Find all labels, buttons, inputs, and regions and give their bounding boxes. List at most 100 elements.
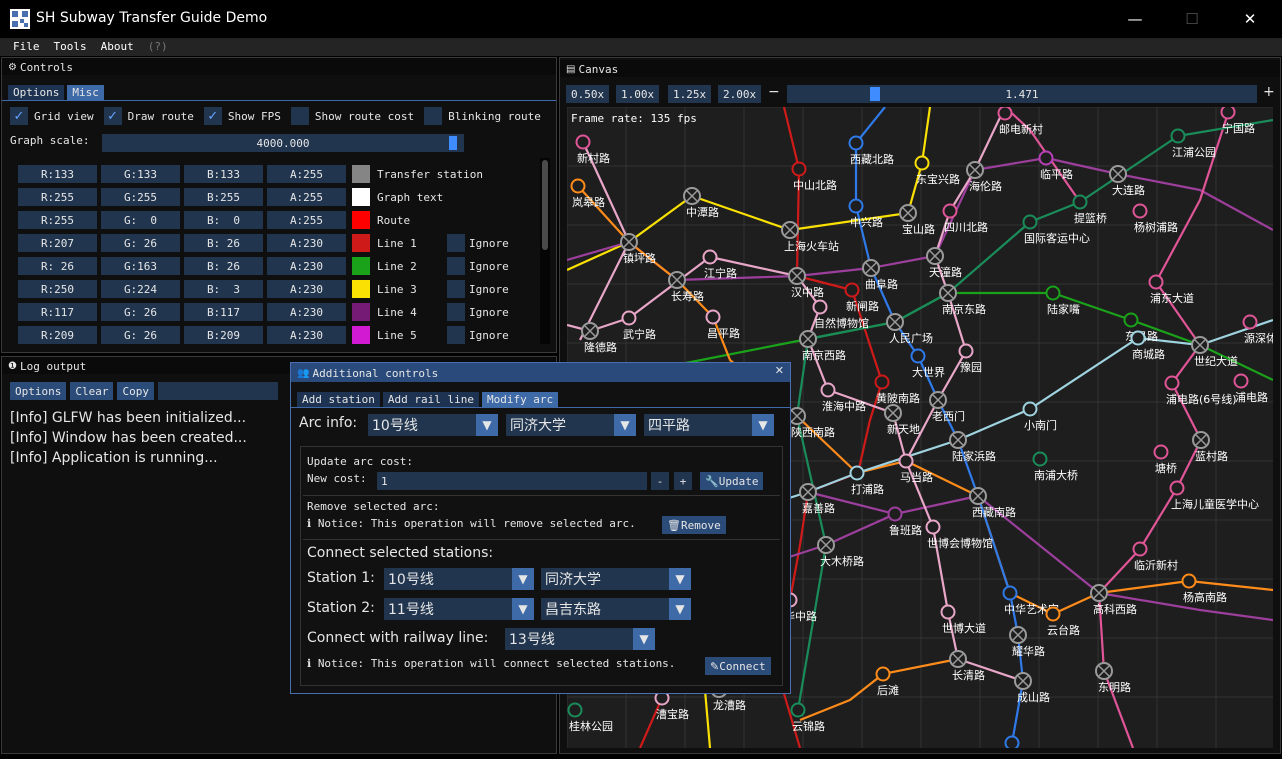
station2-line-select[interactable]: 11号线 ▼ <box>384 598 534 620</box>
map-station[interactable]: 小南门 <box>1022 401 1058 433</box>
station2-name-select[interactable]: 昌吉东路 ▼ <box>541 598 691 620</box>
map-station[interactable]: 昌平路 <box>705 309 741 341</box>
color-channel-a-input[interactable]: A:255 <box>267 211 346 229</box>
color-channel-r-input[interactable]: R:209 <box>18 326 97 344</box>
color-channel-r-input[interactable]: R:133 <box>18 165 97 183</box>
show-route-cost-checkbox[interactable] <box>290 107 309 125</box>
color-channel-b-input[interactable]: B: 0 <box>184 211 263 229</box>
log-copy-button[interactable]: Copy <box>117 382 154 400</box>
color-channel-b-input[interactable]: B: 26 <box>184 234 263 252</box>
arc-from-select[interactable]: 同济大学 ▼ <box>506 414 636 436</box>
color-channel-a-input[interactable]: A:230 <box>267 280 346 298</box>
map-station[interactable]: 天潼路 <box>926 247 962 279</box>
map-station[interactable]: 南浦大桥 <box>1032 451 1079 483</box>
color-swatch[interactable] <box>352 280 370 298</box>
map-station[interactable]: 新天地 <box>884 404 920 436</box>
menu-file[interactable]: File <box>6 38 47 56</box>
update-button[interactable]: 🔧 Update <box>700 472 764 490</box>
draw-route-checkbox[interactable]: ✓ <box>103 107 122 125</box>
color-channel-b-input[interactable]: B:209 <box>184 326 263 344</box>
map-station[interactable]: 浦东大道 <box>1148 274 1195 306</box>
close-window-button[interactable]: ✕ <box>1235 8 1265 30</box>
color-swatch[interactable] <box>352 234 370 252</box>
dialog-close-button[interactable]: ✕ <box>775 364 784 377</box>
zoom-in-button[interactable]: + <box>1263 84 1275 100</box>
color-channel-a-input[interactable]: A:230 <box>267 326 346 344</box>
zoom-200-button[interactable]: 2.00x <box>718 85 762 103</box>
new-cost-input[interactable]: 1 <box>377 472 647 490</box>
map-station[interactable]: 中兴路 <box>848 198 884 230</box>
show-fps-checkbox[interactable]: ✓ <box>203 107 222 125</box>
zoom-125-button[interactable]: 1.25x <box>668 85 712 103</box>
map-station[interactable]: 杨思 <box>1004 735 1029 749</box>
color-swatch[interactable] <box>352 326 370 344</box>
map-station[interactable]: 源深体 <box>1242 314 1274 346</box>
color-channel-b-input[interactable]: B: 26 <box>184 257 263 275</box>
station1-line-select[interactable]: 10号线 ▼ <box>384 568 534 590</box>
map-station[interactable]: 东宝兴路 <box>914 155 961 187</box>
map-station[interactable]: 杨树浦路 <box>1132 203 1179 235</box>
map-station[interactable]: 成山路 <box>1014 672 1050 704</box>
color-channel-b-input[interactable]: B:117 <box>184 303 263 321</box>
controls-scrollbar-thumb[interactable] <box>542 160 548 250</box>
map-station[interactable]: 云锦路 <box>790 702 826 734</box>
color-channel-b-input[interactable]: B: 3 <box>184 280 263 298</box>
tab-add-rail-line[interactable]: Add rail line <box>382 392 479 407</box>
map-station[interactable]: 云台路 <box>1045 606 1081 638</box>
color-channel-r-input[interactable]: R:255 <box>18 188 97 206</box>
map-station[interactable]: 淮海中路 <box>820 382 867 414</box>
tab-add-station[interactable]: Add station <box>297 392 380 407</box>
blinking-route-checkbox[interactable] <box>424 107 443 125</box>
color-channel-r-input[interactable]: R:117 <box>18 303 97 321</box>
zoom-out-button[interactable]: − <box>768 84 780 100</box>
ignore-checkbox[interactable] <box>447 257 465 275</box>
map-station[interactable]: 老西门 <box>929 391 965 423</box>
color-channel-g-input[interactable]: G:224 <box>101 280 180 298</box>
color-channel-r-input[interactable]: R:250 <box>18 280 97 298</box>
map-station[interactable]: 豫园 <box>958 343 983 375</box>
map-station[interactable]: 岚皋路 <box>570 178 606 210</box>
map-station[interactable]: 大世界 <box>910 348 946 380</box>
map-station[interactable]: 西藏南路 <box>969 487 1016 519</box>
color-channel-g-input[interactable]: G:133 <box>101 165 180 183</box>
ignore-checkbox[interactable] <box>447 326 465 344</box>
map-station[interactable]: 漕宝路 <box>654 690 690 722</box>
color-channel-b-input[interactable]: B:133 <box>184 165 263 183</box>
maximize-button[interactable]: ☐ <box>1177 8 1207 30</box>
color-swatch[interactable] <box>352 188 370 206</box>
ignore-checkbox[interactable] <box>447 234 465 252</box>
tab-modify-arc[interactable]: Modify arc <box>481 392 559 407</box>
color-swatch[interactable] <box>352 211 370 229</box>
arc-line-select[interactable]: 10号线 ▼ <box>368 414 498 436</box>
color-channel-a-input[interactable]: A:255 <box>267 165 346 183</box>
color-channel-g-input[interactable]: G: 0 <box>101 211 180 229</box>
map-station[interactable]: 桂林公园 <box>567 702 614 734</box>
graph-scale-slider-thumb[interactable] <box>448 136 457 150</box>
map-station[interactable]: 世博大道 <box>940 604 987 636</box>
arc-to-select[interactable]: 四平路 ▼ <box>644 414 774 436</box>
zoom-slider-thumb[interactable] <box>869 87 880 101</box>
connect-button[interactable]: ✎ Connect <box>705 657 771 675</box>
map-station[interactable]: 耀华路 <box>1009 626 1045 658</box>
zoom-050-button[interactable]: 0.50x <box>566 85 610 103</box>
map-station[interactable]: 塘桥 <box>1153 444 1178 476</box>
controls-window-header[interactable]: ⚙ Controls <box>2 58 556 75</box>
cost-decrement-button[interactable]: - <box>651 472 669 490</box>
color-channel-a-input[interactable]: A:255 <box>267 188 346 206</box>
map-station[interactable]: 陆家浜路 <box>949 431 996 463</box>
color-channel-g-input[interactable]: G:255 <box>101 188 180 206</box>
map-station[interactable]: 蓝村路 <box>1192 431 1228 463</box>
cost-increment-button[interactable]: + <box>674 472 692 490</box>
map-station[interactable]: 黄陂南路 <box>874 374 921 406</box>
color-channel-a-input[interactable]: A:230 <box>267 257 346 275</box>
zoom-100-button[interactable]: 1.00x <box>616 85 660 103</box>
railway-line-select[interactable]: 13号线 ▼ <box>505 628 655 650</box>
zoom-slider[interactable]: 1.471 <box>787 85 1257 103</box>
ignore-checkbox[interactable] <box>447 303 465 321</box>
map-station[interactable]: 世博会博物馆 <box>925 519 994 551</box>
map-station[interactable]: 武宁路 <box>621 310 657 342</box>
color-channel-a-input[interactable]: A:230 <box>267 303 346 321</box>
color-channel-r-input[interactable]: R:255 <box>18 211 97 229</box>
menu-help[interactable]: (?) <box>141 38 175 56</box>
dialog-header[interactable]: 👥 Additional controls ✕ <box>291 363 790 382</box>
